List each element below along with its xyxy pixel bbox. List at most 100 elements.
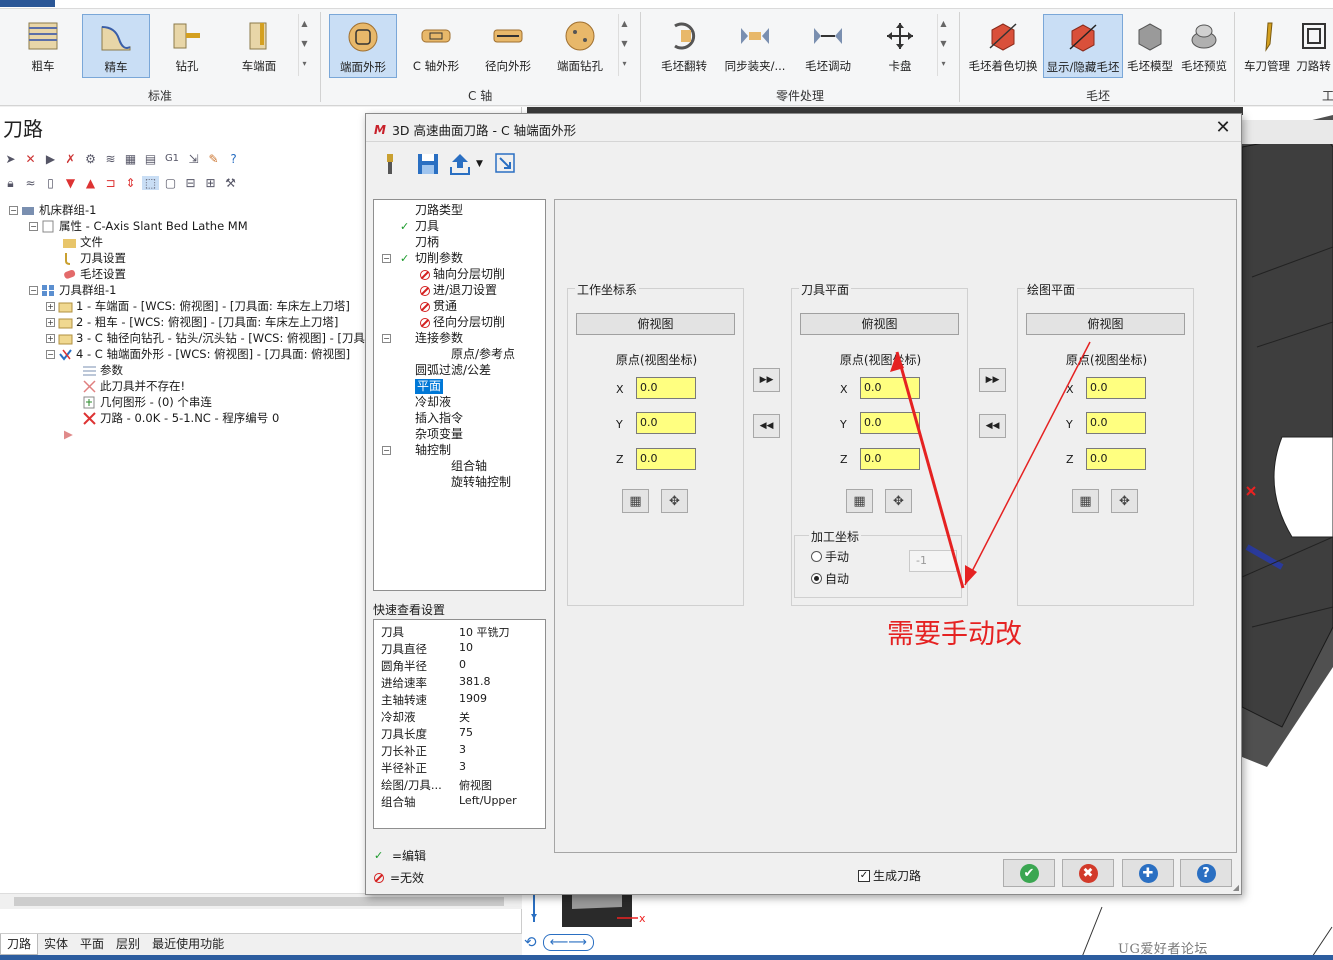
tool-filter-button[interactable] xyxy=(378,152,402,176)
tree-node-toolgroup[interactable]: − 刀具群组-1 xyxy=(29,282,116,298)
stock-move-button[interactable]: 毛坯调动 xyxy=(794,14,862,78)
tab-levels[interactable]: 层别 xyxy=(110,934,146,955)
face-contour-button[interactable]: 端面外形 xyxy=(329,14,397,78)
nav-item[interactable]: 插入指令 xyxy=(400,411,463,426)
copy-right-button[interactable]: ▶▶ xyxy=(753,368,780,392)
collapse-icon[interactable]: − xyxy=(29,285,38,295)
wcs-origin-z-input[interactable]: 0.0 xyxy=(636,448,696,470)
scroll-arrow-icon[interactable]: ⇕ xyxy=(122,176,139,190)
tree-node-stock-setup[interactable]: 毛坯设置 xyxy=(62,266,126,282)
backplot-icon[interactable]: ≋ xyxy=(102,152,119,166)
expand-icon[interactable]: + xyxy=(46,317,55,327)
tree-horizontal-scrollbar[interactable] xyxy=(0,893,522,909)
nav-item[interactable]: 轴向分层切削 xyxy=(420,267,505,282)
expand-icon[interactable]: + xyxy=(46,301,55,311)
collapse-icon[interactable]: − xyxy=(382,334,391,343)
collapse-icon[interactable]: − xyxy=(382,446,391,455)
pan-view-icon[interactable]: ⟵⟶ xyxy=(542,933,594,951)
toolpath-transform-button[interactable]: 刀路转 xyxy=(1294,14,1333,78)
nav-item[interactable]: 贯通 xyxy=(420,299,457,314)
lock-icon[interactable]: 🔒︎ xyxy=(2,176,19,190)
construction-plane-list-button[interactable]: ▦ xyxy=(1072,489,1099,513)
expand-icon[interactable]: + xyxy=(46,333,55,343)
export-button[interactable] xyxy=(448,152,472,176)
file-tab[interactable] xyxy=(0,0,55,7)
nav-item[interactable]: 组合轴 xyxy=(436,459,487,474)
nav-item[interactable]: 杂项变量 xyxy=(400,427,463,442)
ribbon-group-scroll[interactable]: ▲ ▼ ▾ xyxy=(298,14,310,76)
verify-icon[interactable]: ▦ xyxy=(122,152,139,166)
apply-button[interactable]: ✚ xyxy=(1122,859,1174,887)
face-turn-button[interactable]: 车端面 xyxy=(225,14,293,78)
wcs-origin-y-input[interactable]: 0.0 xyxy=(636,412,696,434)
tree-node-properties[interactable]: − 属性 - C-Axis Slant Bed Lathe MM xyxy=(29,218,248,234)
auto-radio[interactable]: 自动 xyxy=(811,570,849,587)
tool-plane-origin-x-input[interactable]: 0.0 xyxy=(860,377,920,399)
construction-origin-z-input[interactable]: 0.0 xyxy=(1086,448,1146,470)
tool-plane-select-origin-button[interactable]: ✥ xyxy=(885,489,912,513)
radial-contour-button[interactable]: 径向外形 xyxy=(474,14,542,78)
wcs-view-button[interactable]: 俯视图 xyxy=(576,313,735,335)
radio-button[interactable] xyxy=(811,551,822,562)
select-all-icon[interactable]: ➤ xyxy=(2,152,19,166)
nav-item[interactable]: 刀柄 xyxy=(400,235,439,250)
copy-left-button[interactable]: ◀◀ xyxy=(753,414,780,438)
ribbon-group-scroll[interactable]: ▲ ▼ ▾ xyxy=(618,14,630,76)
ribbon-group-scroll[interactable]: ▲ ▼ ▾ xyxy=(937,14,949,76)
construction-origin-y-input[interactable]: 0.0 xyxy=(1086,412,1146,434)
help-icon[interactable]: ? xyxy=(225,152,242,166)
regenerate-icon[interactable]: ▶ xyxy=(42,152,59,166)
regenerate-dirty-icon[interactable]: ✗ xyxy=(62,152,79,166)
nav-item[interactable]: ✓ 刀具 xyxy=(400,219,439,234)
tree-node-op-4[interactable]: − 4 - C 轴端面外形 - [WCS: 俯视图] - [刀具面: 俯视图] xyxy=(46,346,350,362)
nav-item[interactable]: − 轴控制 xyxy=(382,443,451,458)
minimize-dialog-button[interactable] xyxy=(494,152,518,176)
finish-turn-button[interactable]: 精车 xyxy=(82,14,150,78)
export-dropdown-icon[interactable]: ▼ xyxy=(476,152,486,176)
tree-node-machine-group[interactable]: − 机床群组-1 xyxy=(9,202,96,218)
tree-node-tool-missing[interactable]: 此刀具并不存在! xyxy=(82,378,185,394)
toggle-display-icon[interactable]: ≈ xyxy=(22,176,39,190)
nav-item[interactable]: − ✓ 切削参数 xyxy=(382,251,463,266)
wcs-origin-x-input[interactable]: 0.0 xyxy=(636,377,696,399)
nav-item[interactable]: 原点/参考点 xyxy=(436,347,515,362)
chuck-button[interactable]: 卡盘 xyxy=(866,14,934,78)
help-button[interactable]: ? xyxy=(1180,859,1232,887)
tree-node-op-1[interactable]: + 1 - 车端面 - [WCS: 俯视图] - [刀具面: 车床左上刀塔] xyxy=(46,298,350,314)
manual-radio[interactable]: 手动 xyxy=(811,548,849,565)
insert-arrow-icon[interactable]: ⊐ xyxy=(102,176,119,190)
show-selected-icon[interactable]: ▢ xyxy=(162,176,179,190)
tab-toolpaths[interactable]: 刀路 xyxy=(0,934,39,955)
tool-plane-list-button[interactable]: ▦ xyxy=(846,489,873,513)
tab-planes[interactable]: 平面 xyxy=(74,934,110,955)
manual-coord-input[interactable]: -1 xyxy=(909,550,957,572)
lathe-tool-manager-button[interactable]: 车刀管理 xyxy=(1240,14,1294,78)
tool-plane-origin-y-input[interactable]: 0.0 xyxy=(860,412,920,434)
copy-left-button[interactable]: ◀◀ xyxy=(979,414,1006,438)
display-options-icon[interactable]: ⊞ xyxy=(202,176,219,190)
nav-item[interactable]: 刀路类型 xyxy=(400,203,463,218)
show-hide-stock-button[interactable]: 显示/隐藏毛坯 xyxy=(1043,14,1123,78)
wcs-select-origin-button[interactable]: ✥ xyxy=(661,489,688,513)
stock-shading-toggle-button[interactable]: 毛坯着色切换 xyxy=(964,14,1042,78)
nav-item[interactable]: 圆弧过滤/公差 xyxy=(400,363,491,378)
nav-item[interactable]: 径向分层切削 xyxy=(420,315,505,330)
tree-node-toolpath-file[interactable]: 刀路 - 0.0K - 5-1.NC - 程序编号 0 xyxy=(82,410,279,426)
g1-text[interactable]: G1 xyxy=(162,152,182,166)
collapse-icon[interactable]: − xyxy=(9,205,18,215)
generate-toolpath-checkbox[interactable]: ✓ 生成刀路 xyxy=(858,867,921,884)
stock-model-button[interactable]: 毛坯模型 xyxy=(1124,14,1176,78)
dialog-close-button[interactable]: ✕ xyxy=(1213,117,1233,138)
nav-item[interactable]: 平面 xyxy=(400,379,444,394)
tool-plane-origin-z-input[interactable]: 0.0 xyxy=(860,448,920,470)
tree-node-parameters[interactable]: 参数 xyxy=(82,362,123,378)
nav-item[interactable]: 进/退刀设置 xyxy=(420,283,497,298)
toggle-post-icon[interactable]: ▯ xyxy=(42,176,59,190)
tool-options-icon[interactable]: ⚒ xyxy=(222,176,239,190)
collapse-icon[interactable]: − xyxy=(46,349,55,359)
c-axis-contour-button[interactable]: C 轴外形 xyxy=(402,14,470,78)
stock-preview-button[interactable]: 毛坯预览 xyxy=(1177,14,1231,78)
radio-button[interactable] xyxy=(811,573,822,584)
move-up-icon[interactable]: ▲ xyxy=(82,176,99,190)
select-mode-icon[interactable]: ⬚ xyxy=(142,176,159,190)
